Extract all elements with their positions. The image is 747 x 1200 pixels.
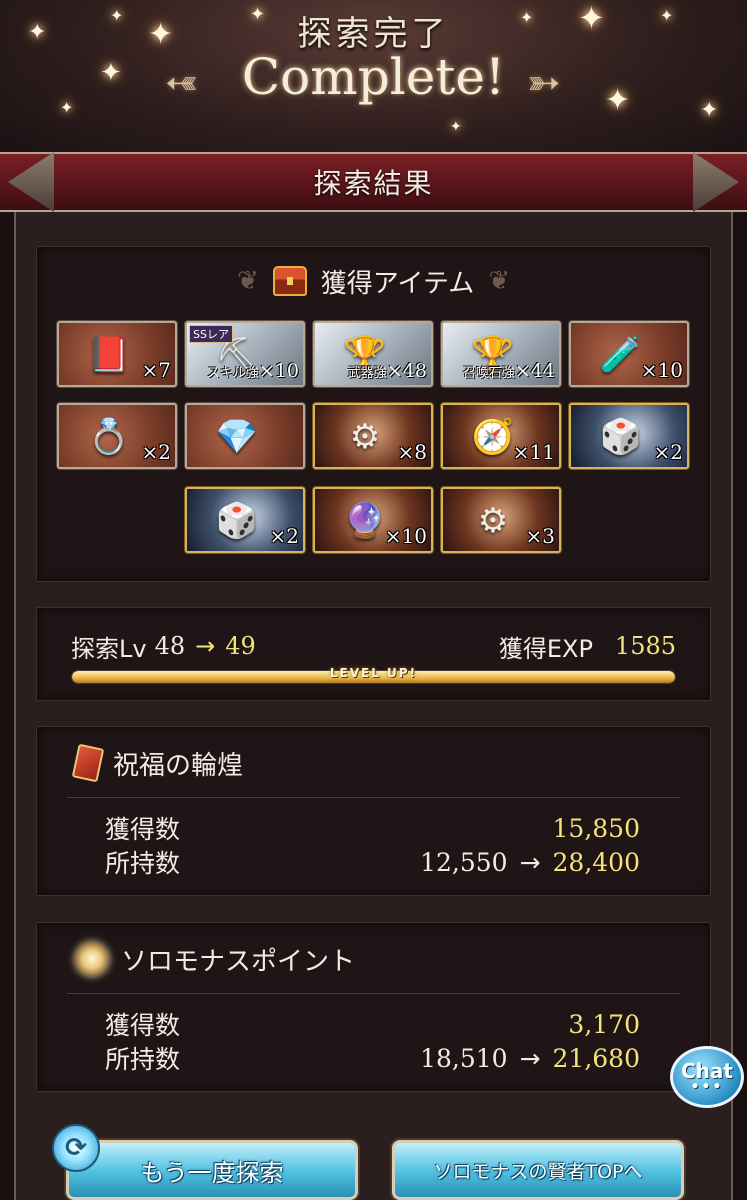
item-count: ×44 [514,360,555,382]
item-caption-text: スキル強 [206,366,259,381]
owned-label: 所持数 [105,849,181,878]
item-tile: 🏆 召喚石強×44 [441,321,561,387]
divider [67,993,680,994]
resource-name: ソロモナスポイント [121,946,356,977]
item-tile: ⚙ ×8 [313,403,433,469]
item-count: ×10 [640,358,683,382]
item-count: ×2 [141,440,171,464]
item-caption-text: 召喚石強 [462,366,515,381]
item-tile: 🏆 武器強×48 [313,321,433,387]
gained-row: 獲得数 15,850 [105,811,640,845]
flourish-right-icon: ➳ [527,60,561,106]
swirl-icon: ❦ [488,266,510,296]
item-count: ×7 [141,358,171,382]
item-tile: 🧪 ×10 [569,321,689,387]
item-tile: ⚙ ×3 [441,487,561,553]
item-caption: 武器強×48 [319,360,427,382]
book-icon: 📕 [87,335,131,375]
owned-row: 所持数 12,550 → 28,400 [105,845,640,879]
solomonas-top-button[interactable]: ソロモナスの賢者TOPへ [392,1140,684,1200]
owned-before: 12,550 [420,847,508,877]
owned-row: 所持数 18,510 → 21,680 [105,1041,640,1075]
level-label: 探索Lv [71,634,147,663]
astrolabe-icon: 🧭 [471,417,515,457]
level-from: 48 [154,632,186,660]
items-panel: ❦ 獲得アイテム ❦ 📕 ×7 ⛏ SSレア スキル強×10 🏆 武器強×48 🏆 召喚石強×4… [36,246,711,582]
level-row: 探索Lv 48 → 49 獲得EXP 1585 [71,628,676,664]
gained-label: 獲得数 [105,815,181,844]
owned-after: 21,680 [552,1043,640,1073]
owned-label: 所持数 [105,1045,181,1074]
level-to: 49 [225,632,256,660]
item-tile: 💍 ×2 [57,403,177,469]
resource-name: 祝福の輪煌 [113,750,244,781]
exp-value: 1585 [614,632,676,660]
level-panel: 探索Lv 48 → 49 獲得EXP 1585 LEVEL UP! [36,607,711,701]
chat-dots-icon: ••• [690,1079,724,1095]
sparkle-icon: ✦ [450,119,462,135]
card-icon [71,743,105,783]
treasure-chest-icon [272,266,307,296]
item-count: ×2 [653,440,683,464]
resource-heading: ソロモナスポイント [75,937,355,981]
owned-arrow: → [519,847,541,877]
header-title: Complete! [241,48,506,106]
orb-icon [75,942,109,976]
gained-row: 獲得数 3,170 [105,1007,640,1041]
gear-icon: ⚙ [477,501,509,541]
item-tile: 💎 [185,403,305,469]
divider [67,797,680,798]
resource-heading: 祝福の輪煌 [71,741,244,785]
level-up-text: LEVEL UP! [329,666,418,680]
item-count: ×10 [384,524,427,548]
item-tile: 🔮 ×10 [313,487,433,553]
section-title: 探索結果 [0,152,747,212]
refresh-icon: ⟳ [52,1124,100,1172]
item-tile: 🎲 ×2 [569,403,689,469]
item-tile: ⛏ SSレア スキル強×10 [185,321,305,387]
item-caption-text: 武器強 [347,366,387,381]
item-count: ×10 [258,360,299,382]
silver-cube-icon: 🎲 [215,501,259,541]
gained-label: 獲得数 [105,1011,181,1040]
result-header: ✦ ✦ ✦ ✦ ✦ ✦ ✦ ✦ ✦ ✦ ✦ ✦ 探索完了 ➳ Complete!… [0,0,747,165]
resource-panel-blessing: 祝福の輪煌 獲得数 15,850 所持数 12,550 → 28,400 [36,726,711,896]
gained-value: 15,850 [552,813,640,843]
exp-label: 獲得EXP [498,634,593,663]
items-heading-label: 獲得アイテム [320,268,475,299]
resource-panel-solomonas: ソロモナスポイント 獲得数 3,170 所持数 18,510 → 21,680 [36,922,711,1092]
ring-icon: 💍 [87,417,131,457]
chat-button[interactable]: Chat ••• [670,1046,744,1108]
level-arrow: → [195,632,216,660]
item-caption: スキル強×10 [191,360,299,382]
item-count: ×48 [386,360,427,382]
potion-icon: 🧪 [599,335,643,375]
gained-value: 3,170 [568,1009,640,1039]
owned-arrow: → [519,1043,541,1073]
swirl-icon: ❦ [237,266,259,296]
owned-after: 28,400 [552,847,640,877]
item-caption: 召喚石強×44 [447,360,555,382]
item-tile: 🎲 ×2 [185,487,305,553]
owned-before: 18,510 [420,1043,508,1073]
item-count: ×2 [269,524,299,548]
earrings-icon: 💎 [215,417,259,457]
item-tile: 📕 ×7 [57,321,177,387]
gold-cube-icon: 🎲 [599,417,643,457]
item-count: ×3 [525,524,555,548]
compass-emblem-icon: ⚙ [349,417,381,457]
item-count: ×8 [397,440,427,464]
explore-again-button[interactable]: もう一度探索 [66,1140,358,1200]
rarity-badge: SSレア [189,325,233,343]
items-heading: ❦ 獲得アイテム ❦ [37,261,710,301]
item-tile: 🧭 ×11 [441,403,561,469]
item-count: ×11 [512,440,555,464]
glowing-orb-icon: 🔮 [343,501,387,541]
